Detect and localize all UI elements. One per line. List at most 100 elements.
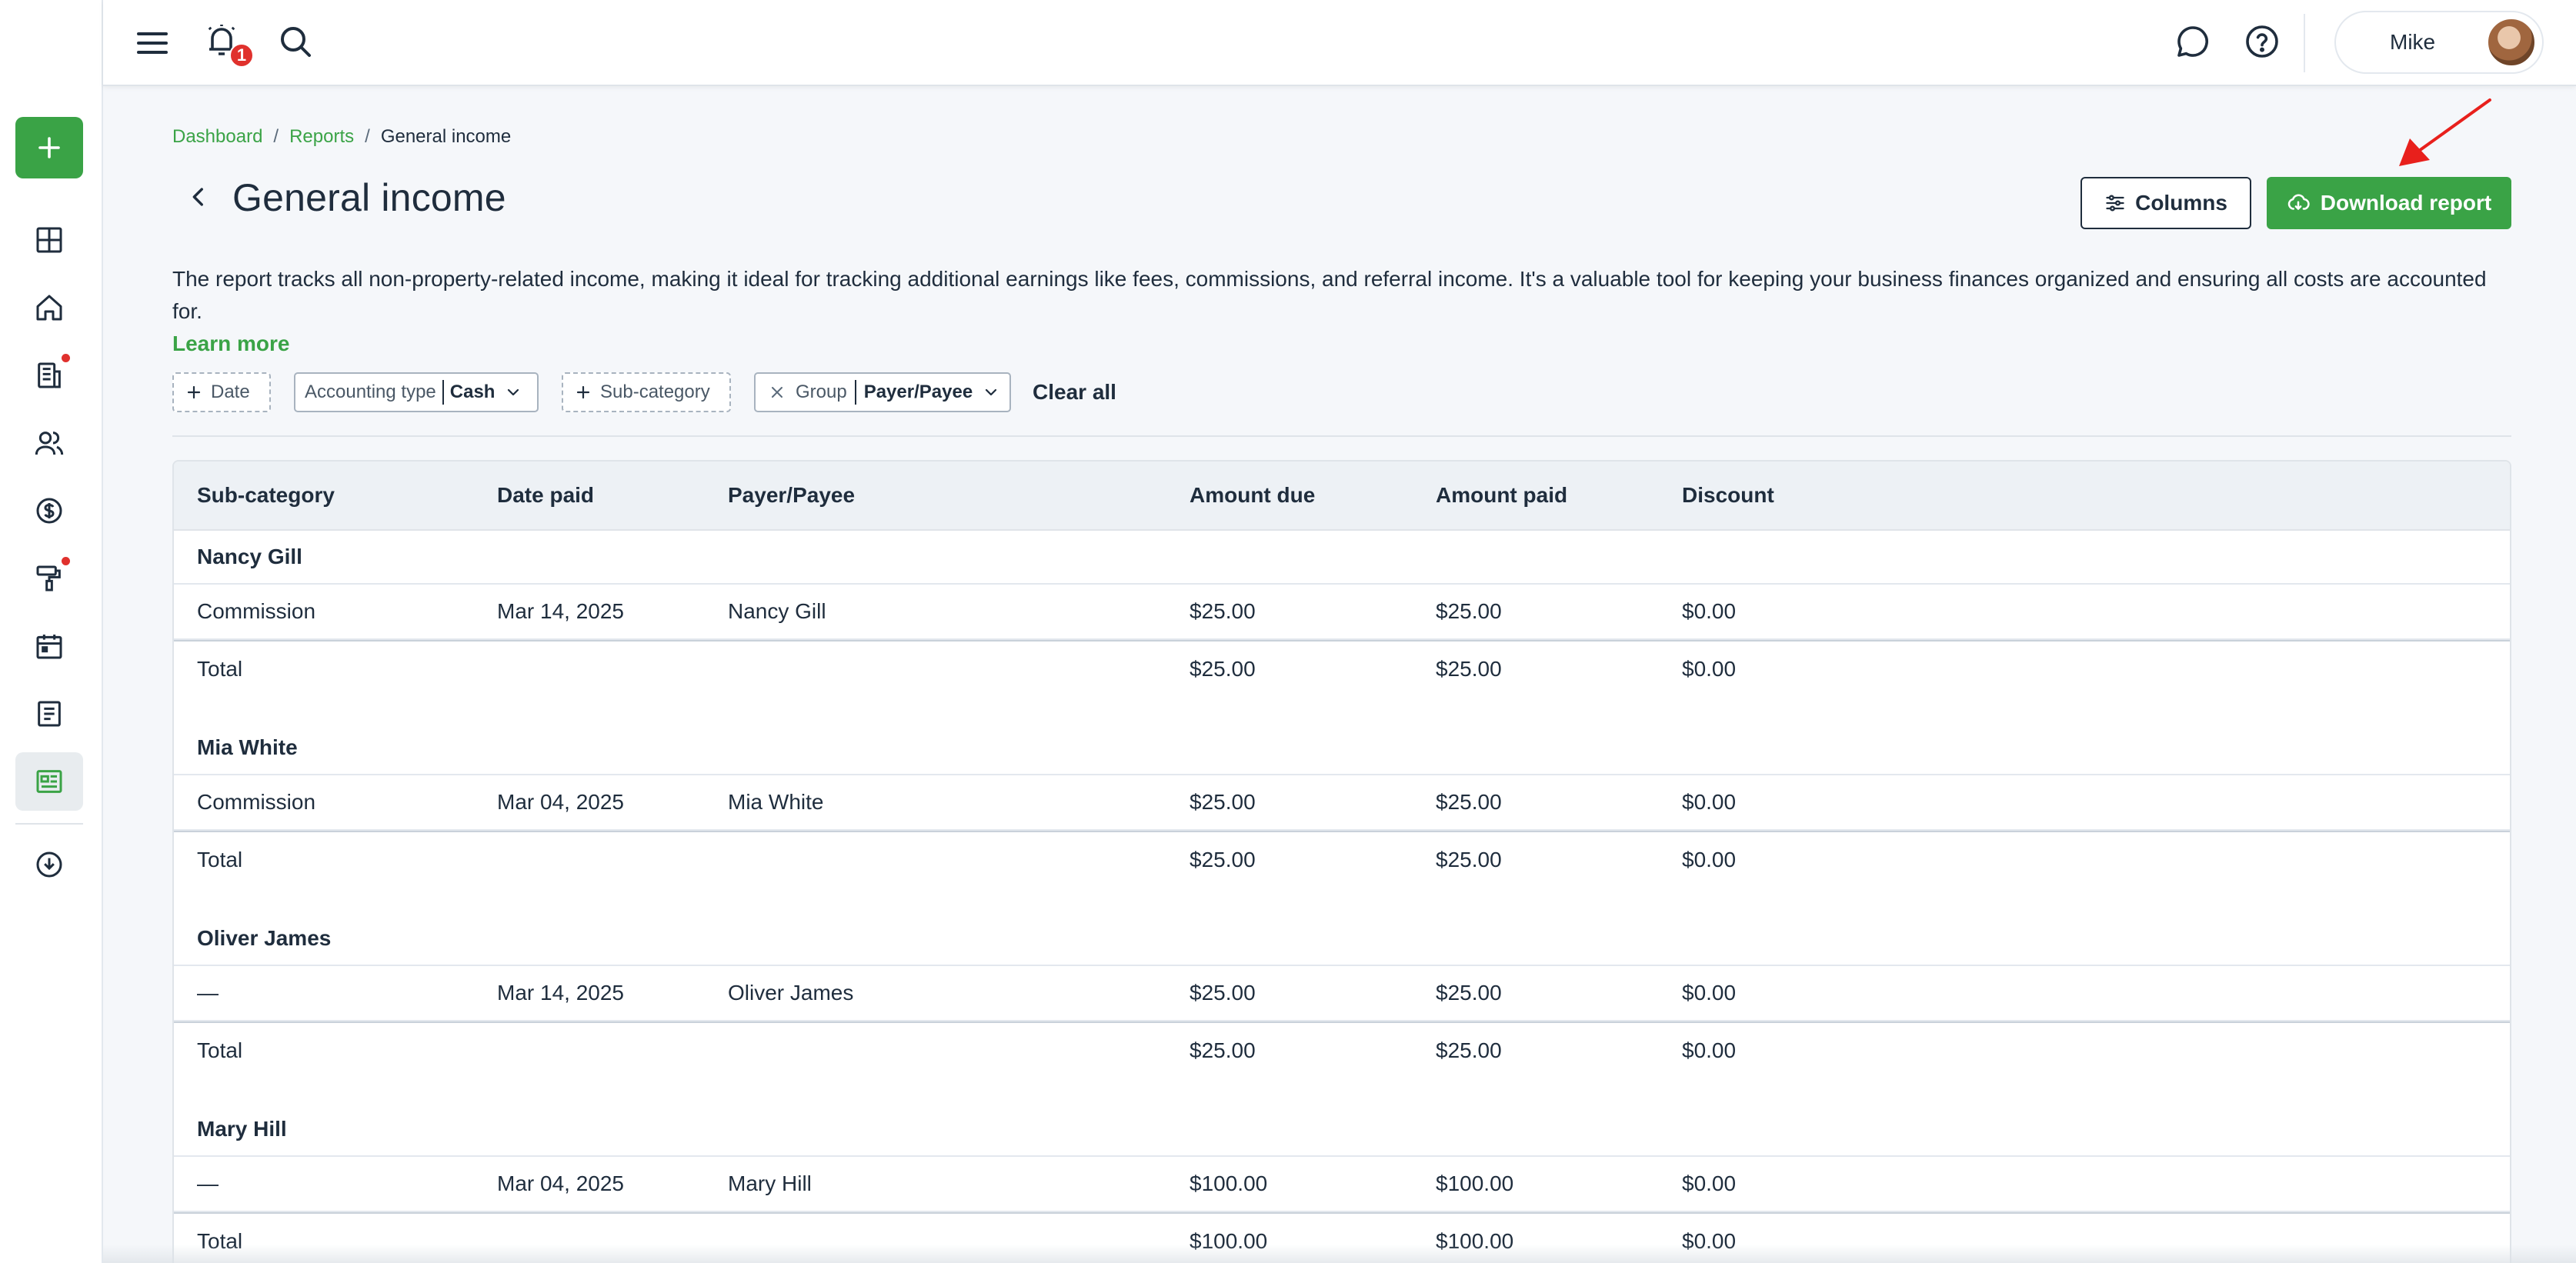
column-header-amount-paid[interactable]: Amount paid — [1436, 483, 1567, 508]
chat-button[interactable] — [2174, 23, 2211, 60]
report-table: Sub-category Date paid Payer/Payee Amoun… — [172, 460, 2511, 1263]
learn-more-link[interactable]: Learn more — [172, 328, 2511, 360]
chevron-left-icon — [192, 188, 203, 206]
table-row[interactable]: Commission Mar 14, 2025 Nancy Gill $25.00 $2… — [174, 585, 2510, 640]
calendar-icon — [36, 635, 62, 659]
sidebar-item-leases[interactable] — [15, 346, 83, 405]
reports-icon — [36, 770, 62, 793]
table-header: Sub-category Date paid Payer/Payee Amoun… — [174, 462, 2510, 531]
cell-subcategory: — — [197, 981, 219, 1005]
column-header-discount[interactable]: Discount — [1682, 483, 1774, 508]
sidebar-item-maintenance[interactable] — [15, 549, 83, 608]
remove-group-filter-icon[interactable] — [768, 383, 786, 402]
accounting-type-filter[interactable]: Accounting type Cash — [294, 372, 539, 412]
sidebar-item-accounting[interactable] — [15, 482, 83, 540]
cloud-download-icon — [2287, 194, 2310, 210]
chip-separator — [854, 380, 856, 405]
topbar-separator — [2304, 14, 2305, 72]
accounting-type-value: Cash — [449, 382, 496, 402]
column-header-payer-payee[interactable]: Payer/Payee — [728, 483, 855, 508]
cell-discount: $0.00 — [1682, 981, 1737, 1005]
user-menu[interactable]: Mike — [2334, 11, 2544, 74]
total-amount-due: $25.00 — [1190, 1038, 1256, 1062]
subcategory-filter-label: Sub-category — [600, 382, 710, 402]
back-button[interactable] — [183, 182, 214, 212]
sidebar-item-reports[interactable] — [15, 752, 83, 811]
cell-amount-due: $25.00 — [1190, 599, 1256, 623]
cell-date-paid: Mar 04, 2025 — [497, 790, 624, 814]
plus-icon — [185, 383, 203, 402]
menu-button[interactable] — [134, 25, 171, 62]
notes-icon — [38, 701, 61, 727]
total-amount-paid: $25.00 — [1436, 1038, 1502, 1062]
accounting-type-label: Accounting type — [305, 382, 436, 402]
subcategory-filter-chip[interactable]: Sub-category — [562, 372, 731, 412]
notification-count-badge: 1 — [229, 43, 254, 68]
cell-amount-due: $25.00 — [1190, 790, 1256, 814]
chat-bubble-icon — [2177, 26, 2208, 57]
total-row: Total $25.00 $25.00 $0.00 — [174, 1021, 2510, 1078]
sidebar — [0, 0, 103, 1263]
total-amount-due: $25.00 — [1190, 657, 1256, 681]
column-header-amount-due[interactable]: Amount due — [1190, 483, 1315, 508]
bottom-shadow — [103, 1245, 2576, 1263]
dollar-circle-icon — [36, 498, 62, 524]
filter-divider — [172, 435, 2511, 437]
help-button[interactable] — [2244, 23, 2281, 60]
download-report-button[interactable]: Download report — [2267, 177, 2511, 229]
breadcrumb-reports[interactable]: Reports — [289, 126, 354, 148]
search-icon — [281, 27, 311, 57]
total-label: Total — [197, 848, 243, 871]
total-discount: $0.00 — [1682, 657, 1737, 681]
group-header-row: Nancy Gill — [174, 531, 2510, 585]
search-button[interactable] — [277, 23, 314, 60]
column-header-subcategory[interactable]: Sub-category — [197, 483, 335, 508]
group-filter[interactable]: Group Payer/Payee — [754, 372, 1011, 412]
app-root: 1 Mike Dashboard / Reports / General inc… — [0, 0, 2576, 1263]
cell-date-paid: Mar 04, 2025 — [497, 1171, 624, 1195]
cell-amount-paid: $100.00 — [1436, 1171, 1514, 1195]
dashboard-grid-icon — [36, 227, 62, 253]
sidebar-item-properties[interactable] — [15, 278, 83, 337]
column-header-date-paid[interactable]: Date paid — [497, 483, 594, 508]
table-row[interactable]: — Mar 14, 2025 Oliver James $25.00 $25.00 $0.… — [174, 966, 2510, 1021]
sidebar-item-documents[interactable] — [15, 685, 83, 743]
sidebar-item-people[interactable] — [15, 414, 83, 472]
clear-all-filters-button[interactable]: Clear all — [1033, 372, 1116, 412]
cell-amount-paid: $25.00 — [1436, 599, 1502, 623]
notification-dot — [62, 557, 70, 565]
cell-date-paid: Mar 14, 2025 — [497, 599, 624, 623]
group-name: Oliver James — [197, 926, 332, 950]
report-description-text: The report tracks all non-property-relat… — [172, 267, 2487, 323]
sidebar-item-downloads[interactable] — [15, 835, 83, 894]
plus-icon — [574, 383, 592, 402]
columns-button[interactable]: Columns — [2080, 177, 2251, 229]
breadcrumb-dashboard[interactable]: Dashboard — [172, 126, 262, 148]
hamburger-menu-icon — [137, 32, 168, 54]
group-header-row: Oliver James — [174, 912, 2510, 966]
total-row: Total $25.00 $25.00 $0.00 — [174, 831, 2510, 888]
cell-subcategory: Commission — [197, 790, 316, 814]
chevron-down-icon — [504, 383, 522, 402]
cloud-download-icon — [36, 851, 62, 878]
sidebar-item-dashboard[interactable] — [15, 211, 83, 269]
table-row[interactable]: — Mar 04, 2025 Mary Hill $100.00 $100.00 $0.0… — [174, 1157, 2510, 1212]
table-row[interactable]: Commission Mar 04, 2025 Mia White $25.00 $25… — [174, 775, 2510, 831]
sidebar-divider — [15, 823, 83, 825]
date-filter-chip[interactable]: Date — [172, 372, 271, 412]
cell-subcategory: Commission — [197, 599, 316, 623]
date-filter-label: Date — [211, 382, 250, 402]
total-amount-paid: $25.00 — [1436, 657, 1502, 681]
total-discount: $0.00 — [1682, 848, 1737, 871]
total-amount-due: $25.00 — [1190, 848, 1256, 871]
cell-date-paid: Mar 14, 2025 — [497, 981, 624, 1005]
add-new-button[interactable] — [15, 117, 83, 178]
total-row: Total $25.00 $25.00 $0.00 — [174, 640, 2510, 697]
group-header-row: Mia White — [174, 721, 2510, 775]
download-report-label: Download report — [2320, 191, 2492, 215]
breadcrumb-separator: / — [365, 126, 370, 147]
sidebar-item-calendar[interactable] — [15, 617, 83, 675]
